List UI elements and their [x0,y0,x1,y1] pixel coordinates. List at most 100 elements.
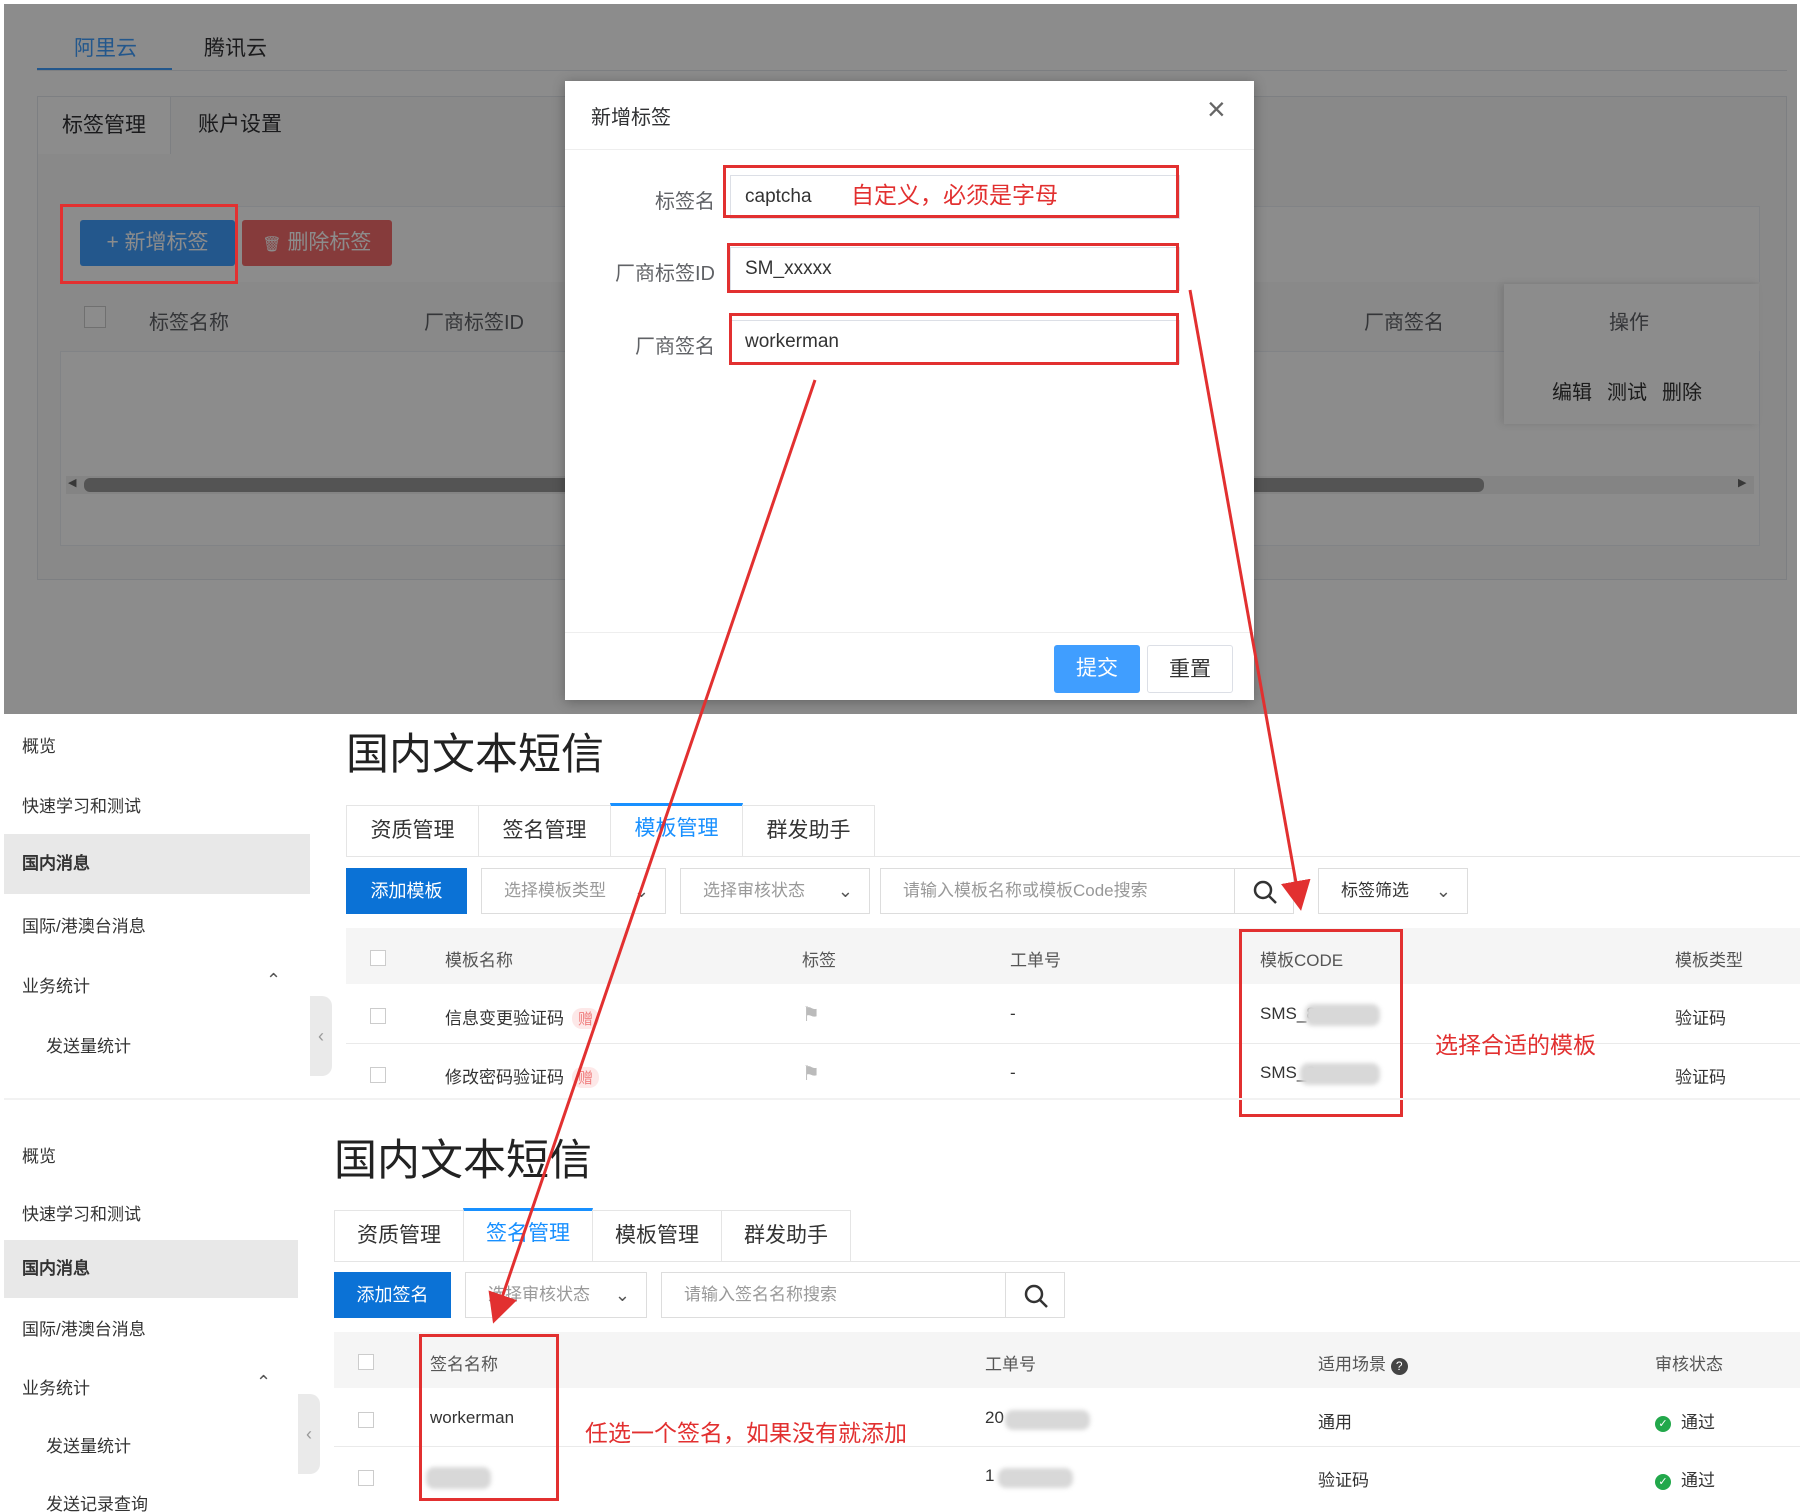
redacted-blur [1300,1063,1380,1085]
sidebar-item-international[interactable]: 国际/港澳台消息 [4,912,310,937]
table-row-template-name: 修改密码验证码赠 [445,1063,600,1088]
status-text: 通过 [1681,1471,1715,1490]
chevron-up-icon[interactable]: ⌃ [266,970,281,991]
search-icon [1024,1284,1048,1308]
tab-bulk-send[interactable]: 群发助手 [721,1210,851,1262]
sign-review-status-label: 选择审核状态 [488,1285,590,1304]
submit-button[interactable]: 提交 [1054,645,1140,693]
sidebar-item-domestic[interactable]: 国内消息 [4,834,310,894]
sidebar-item-send-records[interactable]: 发送记录查询 [4,1490,298,1512]
sign-search-button[interactable] [1005,1272,1065,1318]
help-icon[interactable]: ? [1390,1358,1408,1375]
check-circle-icon: ✓ [1655,1415,1671,1432]
vendor-sign-input[interactable]: workerman [730,320,1180,364]
table-row-ticket: - [1010,1063,1016,1082]
dialog-footer-divider [565,632,1254,633]
sidebar-item-quickstart[interactable]: 快速学习和测试 [4,1200,298,1225]
tag-filter-label: 标签筛选 [1341,881,1409,900]
review-status-select[interactable]: 选择审核状态 ⌄ [680,868,870,914]
col-template-type: 模板类型 [1675,951,1743,970]
template-name-text: 信息变更验证码 [445,1009,564,1028]
annotation-choose-sign: 任选一个签名，如果没有就添加 [585,1420,907,1446]
row-checkbox[interactable] [358,1470,374,1486]
row-checkbox[interactable] [370,1008,386,1024]
template-name-text: 修改密码验证码 [445,1068,564,1087]
redacted-blur [998,1468,1073,1488]
page-title: 国内文本短信 [334,1137,592,1185]
chevron-down-icon: ⌄ [614,1285,630,1305]
sign-table-header [334,1332,1800,1388]
sign-review-status-select[interactable]: 选择审核状态 ⌄ [465,1272,647,1318]
tab-qualification[interactable]: 资质管理 [334,1210,464,1262]
sidebar-item-send-stats[interactable]: 发送量统计 [4,1032,310,1057]
sidebar-item-international[interactable]: 国际/港澳台消息 [4,1315,298,1340]
table-row-status: ✓ 通过 [1655,1408,1715,1433]
vendor-tag-id-label: 厂商标签ID [615,263,715,285]
sign-search-input[interactable]: 请输入签名名称搜索 [661,1272,1006,1318]
template-type-select[interactable]: 选择模板类型 ⌄ [481,868,666,914]
table-row-ticket: - [1010,1004,1016,1023]
sidebar-item-overview[interactable]: 概览 [4,1142,298,1167]
tab-signature[interactable]: 签名管理 [463,1208,593,1262]
dialog-header-divider [565,149,1254,150]
add-template-button[interactable]: 添加模板 [346,868,467,914]
chevron-down-icon: ⌄ [633,881,649,901]
sidebar-item-domestic[interactable]: 国内消息 [4,1240,298,1298]
col-ticket: 工单号 [985,1355,1036,1374]
search-icon [1253,880,1277,904]
table-row-type: 验证码 [1675,1009,1726,1028]
close-icon[interactable]: × [1207,91,1226,128]
redacted-sign-name [426,1467,491,1489]
tab-signature[interactable]: 签名管理 [478,805,611,857]
dialog-title: 新增标签 [591,107,671,129]
add-tag-dialog: 新增标签 × 标签名 captcha 厂商标签ID SM_xxxxx 厂商签名 … [565,81,1254,700]
review-status-label: 选择审核状态 [703,881,805,900]
col-template-code: 模板CODE [1260,951,1344,970]
vendor-sign-label: 厂商签名 [635,336,715,358]
row-checkbox[interactable] [370,1067,386,1083]
col-scene: 适用场景 ? [1318,1350,1408,1375]
table-row-template-name: 信息变更验证码赠 [445,1004,600,1029]
sign-select-all-checkbox[interactable] [358,1354,374,1370]
tag-icon[interactable]: ⚑ [802,1002,820,1027]
template-search-input[interactable]: 请输入模板名称或模板Code搜索 [880,868,1235,914]
col-ticket: 工单号 [1010,951,1061,970]
sidebar-item-statistics[interactable]: 业务统计 [4,1374,298,1399]
tab-baseline [875,856,1800,857]
tag-icon[interactable]: ⚑ [802,1061,820,1086]
vendor-tag-id-input[interactable]: SM_xxxxx [730,247,1180,291]
tab-template[interactable]: 模板管理 [610,803,743,857]
sign-sidebar: 概览 快速学习和测试 国内消息 国际/港澳台消息 业务统计 ⌃ 发送量统计 发送… [4,1100,298,1512]
sidebar-item-send-stats[interactable]: 发送量统计 [4,1432,298,1457]
tag-name-label: 标签名 [655,191,715,213]
reset-button[interactable]: 重置 [1147,645,1233,693]
template-sidebar: 概览 快速学习和测试 国内消息 国际/港澳台消息 业务统计 ⌃ 发送量统计 [4,714,310,1098]
row-checkbox[interactable] [358,1412,374,1428]
tab-qualification[interactable]: 资质管理 [346,805,479,857]
annotation-custom-letters: 自定义，必须是字母 [851,182,1058,208]
col-template-name: 模板名称 [445,951,513,970]
tab-baseline [851,1261,1800,1262]
tag-filter-select[interactable]: 标签筛选 ⌄ [1318,868,1468,914]
table-row-ticket: 20 [985,1408,1004,1427]
collapse-sidebar-icon[interactable]: ‹ [310,996,332,1076]
redacted-blur [1305,1004,1380,1026]
page-title: 国内文本短信 [346,731,604,779]
table-row-sign-name: workerman [430,1408,515,1427]
chevron-down-icon: ⌄ [837,881,853,901]
chevron-up-icon[interactable]: ⌃ [256,1372,271,1393]
table-row-type: 验证码 [1675,1068,1726,1087]
template-search-button[interactable] [1234,868,1294,914]
sidebar-item-overview[interactable]: 概览 [4,732,310,757]
add-sign-button[interactable]: 添加签名 [334,1272,451,1318]
sidebar-item-statistics[interactable]: 业务统计 [4,972,310,997]
gift-badge: 赠 [572,1067,600,1088]
tab-template[interactable]: 模板管理 [592,1210,722,1262]
sidebar-item-quickstart[interactable]: 快速学习和测试 [4,792,310,817]
status-text: 通过 [1681,1413,1715,1432]
template-select-all-checkbox[interactable] [370,950,386,966]
table-row-status: ✓ 通过 [1655,1466,1715,1491]
settings-page: 阿里云 腾讯云 标签管理 账户设置 + 新增标签 🗑 删除标签 标签名称 厂商标… [4,4,1797,714]
collapse-sidebar-icon[interactable]: ‹ [298,1394,320,1474]
tab-bulk-send[interactable]: 群发助手 [742,805,875,857]
